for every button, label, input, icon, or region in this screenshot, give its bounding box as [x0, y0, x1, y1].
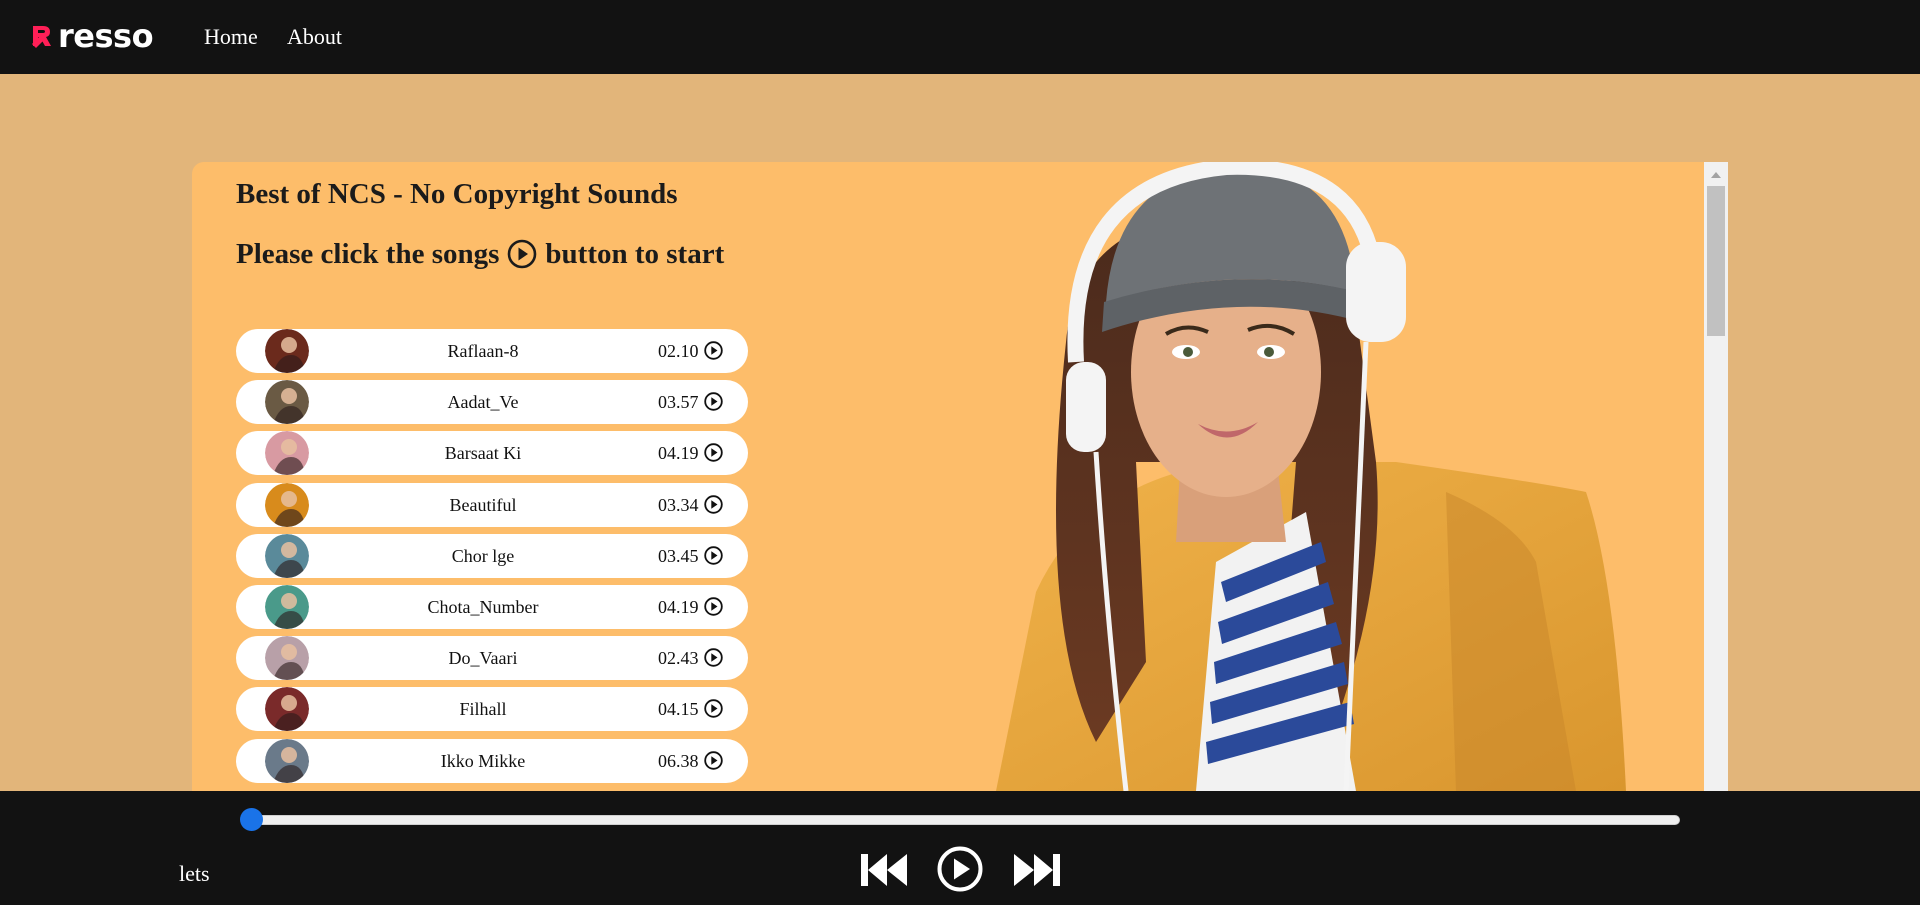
- song-name: Ikko Mikke: [440, 750, 526, 771]
- song-item[interactable]: Do_Vaari 02.43: [236, 636, 748, 681]
- play-circle-icon: [508, 239, 537, 269]
- main-container: Best of NCS - No Copyright Sounds Please…: [192, 162, 1728, 791]
- previous-track-icon[interactable]: [860, 849, 908, 891]
- play-icon[interactable]: [937, 846, 983, 892]
- song-play-icon[interactable]: [704, 597, 723, 616]
- song-duration: 02.10: [658, 341, 699, 361]
- instruction-prefix: Please click the songs: [236, 238, 500, 270]
- nav-link-home[interactable]: Home: [204, 22, 258, 52]
- song-duration: 02.43: [658, 648, 699, 669]
- song-play-icon[interactable]: [704, 546, 723, 565]
- song-list: Raflaan-8 02.10 Aadat_Ve 03.57 Barsaat Ki 04.…: [236, 329, 748, 790]
- song-duration: 03.57: [658, 392, 699, 413]
- song-duration: 04.15: [658, 699, 699, 720]
- song-name: Do_Vaari: [448, 648, 518, 669]
- song-name: Beautiful: [449, 494, 517, 515]
- scrollbar-thumb[interactable]: [1707, 186, 1725, 336]
- current-song-info: lets: [179, 861, 210, 886]
- hero-image: [996, 162, 1626, 791]
- next-track-icon[interactable]: [1013, 849, 1061, 891]
- logo-text: resso: [58, 17, 154, 55]
- song-duration: 04.19: [658, 596, 699, 617]
- song-play-icon[interactable]: [704, 443, 723, 463]
- song-duration: 03.34: [658, 494, 699, 515]
- song-name: Raflaan-8: [447, 341, 519, 361]
- progress-thumb[interactable]: [240, 808, 263, 831]
- song-item[interactable]: Raflaan-8 02.10: [236, 329, 748, 373]
- song-item[interactable]: Filhall 04.15: [236, 687, 748, 732]
- song-play-icon[interactable]: [704, 750, 723, 770]
- player-bar: lets: [0, 791, 1920, 905]
- instruction-suffix: button to start: [545, 238, 725, 270]
- song-play-icon[interactable]: [704, 648, 723, 667]
- song-play-icon[interactable]: [704, 494, 723, 514]
- page-title: Best of NCS - No Copyright Sounds: [236, 178, 678, 210]
- song-duration: 03.45: [658, 545, 699, 566]
- navbar: resso Home About: [0, 0, 1920, 74]
- song-play-icon[interactable]: [704, 392, 723, 411]
- song-name: Aadat_Ve: [447, 392, 519, 413]
- song-item[interactable]: Beautiful 03.34: [236, 482, 748, 527]
- resso-logo[interactable]: resso: [30, 16, 154, 56]
- instruction-text: Please click the songs button to start: [236, 236, 724, 272]
- song-item[interactable]: Aadat_Ve 03.57: [236, 380, 748, 425]
- song-item[interactable]: Chor lge 03.45: [236, 533, 748, 578]
- song-name: Filhall: [459, 699, 507, 720]
- song-item[interactable]: Ikko Mikke 06.38: [236, 738, 748, 783]
- progress-bar[interactable]: [246, 815, 1680, 825]
- song-item[interactable]: Chota_Number 04.19: [236, 584, 748, 629]
- resso-logo-icon: [32, 26, 51, 48]
- song-duration: 04.19: [658, 443, 699, 464]
- nav-link-about[interactable]: About: [287, 22, 342, 52]
- song-name: Chota_Number: [427, 596, 539, 617]
- scroll-up-arrow-icon[interactable]: [1711, 172, 1721, 178]
- song-play-icon[interactable]: [704, 341, 723, 360]
- song-duration: 06.38: [658, 750, 699, 771]
- song-name: Chor lge: [451, 545, 515, 566]
- song-name: Barsaat Ki: [444, 443, 522, 464]
- song-play-icon[interactable]: [704, 699, 723, 719]
- song-item[interactable]: Barsaat Ki 04.19: [236, 431, 748, 476]
